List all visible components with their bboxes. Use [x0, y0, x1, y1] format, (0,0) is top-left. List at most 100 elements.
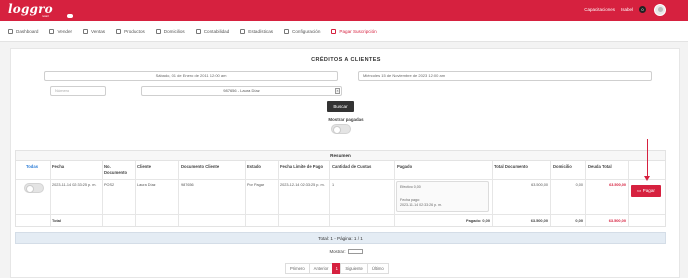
header-estado: Estado: [247, 164, 261, 169]
nav-ventas[interactable]: Ventas: [83, 28, 105, 34]
nav-estadisticas[interactable]: Estadísticas: [240, 28, 274, 34]
gear-icon: [284, 28, 290, 34]
user-name[interactable]: Isabel: [621, 7, 633, 12]
footer-domicilio: 0,00: [575, 218, 583, 223]
table-section-title: Resumen: [16, 151, 665, 161]
cell-domicilio: 0,00: [575, 183, 583, 187]
search-button[interactable]: Buscar: [327, 101, 354, 112]
nav-contabilidad[interactable]: Contabilidad: [195, 28, 230, 34]
header-deuda-total: Deuda Total: [588, 164, 612, 169]
header-no-documento: No. Documento: [104, 164, 128, 175]
nav-vender[interactable]: Vender: [49, 28, 73, 34]
brand-sub: retail: [42, 14, 49, 18]
header-cliente: Cliente: [137, 164, 151, 169]
pay-button[interactable]: ▭ Pagar: [631, 185, 661, 197]
card-icon: [331, 28, 337, 34]
products-icon: [116, 28, 122, 34]
credits-card: CRÉDITOS A CLIENTES Sábado, 01 de Enero …: [10, 48, 680, 278]
sales-icon: [83, 28, 89, 34]
page-first[interactable]: Primero: [285, 263, 310, 274]
nav-label: Pagar Suscripción: [339, 28, 377, 34]
header-domicilio: Domicilio: [553, 164, 572, 169]
cell-fecha: 2023-11-14 02:33:25 p. m.: [52, 183, 97, 187]
row-select-toggle[interactable]: [24, 183, 44, 193]
chat-icon[interactable]: [67, 14, 73, 18]
cell-deuda-total: 63.500,00: [609, 183, 626, 187]
delivery-icon: [155, 28, 161, 34]
footer-total-documento: 63.500,00: [530, 218, 548, 223]
col-divider: [628, 161, 629, 226]
header-cuotas: Cantidad de Cuotas: [332, 164, 372, 169]
header-total-documento: Total Documento: [494, 164, 528, 169]
top-bar: loggro retail Capacitaciones Isabel 0: [0, 0, 688, 21]
payment-cash: Efectivo 0,00: [400, 185, 421, 189]
col-divider: [329, 161, 330, 226]
payment-date: 2023-11-14 02:33:26 p. m.: [400, 203, 443, 207]
cell-documento-cliente: 987656: [181, 183, 194, 187]
nav-dashboard[interactable]: Dashboard: [8, 28, 39, 34]
payment-date-label: Fecha pago:: [400, 198, 420, 202]
footer-deuda-total: 63.500,00: [608, 218, 626, 223]
page-size-area: Mostrar:: [11, 249, 681, 255]
col-divider: [50, 161, 51, 226]
row-divider: [16, 214, 665, 215]
header-todas[interactable]: Todas: [26, 164, 38, 170]
nav-pagar-suscripcion[interactable]: Pagar Suscripción: [331, 28, 377, 34]
col-divider: [585, 161, 586, 226]
credits-table: Resumen Todas Fecha No. Documento Client…: [15, 150, 666, 227]
pay-button-label: Pagar: [642, 188, 655, 193]
page-prev[interactable]: Anterior: [308, 263, 334, 274]
header-pagado: Pagado: [397, 164, 413, 169]
annotation-arrow-head: [644, 176, 650, 181]
date-to-input[interactable]: Miércoles 15 de Noviembre de 2023 12:00 …: [358, 71, 652, 81]
nav-label: Productos: [124, 28, 145, 34]
page-next[interactable]: Siguiente: [340, 263, 368, 274]
clear-icon[interactable]: ×: [335, 88, 340, 94]
date-from-input[interactable]: Sábado, 01 de Enero de 2011 12:00 am: [44, 71, 338, 81]
annotation-arrow-line: [647, 139, 648, 177]
col-divider: [102, 161, 103, 226]
page-size-select[interactable]: [347, 249, 363, 255]
cell-total-documento: 63.500,00: [531, 183, 548, 187]
col-divider: [394, 161, 395, 226]
nav-label: Contabilidad: [203, 28, 230, 34]
nav-label: Estadísticas: [248, 28, 274, 34]
cell-cliente: Laura Díaz: [137, 183, 156, 187]
nav-domicilios[interactable]: Domicilios: [155, 28, 185, 34]
show-paid-toggle[interactable]: [331, 124, 351, 134]
footer-pagado: Pagado: 0,00: [465, 218, 490, 223]
notification-badge[interactable]: 0: [639, 6, 646, 13]
cell-cuotas: 1: [332, 183, 335, 187]
page-last[interactable]: Último: [366, 263, 389, 274]
nav-label: Vender: [57, 28, 73, 34]
nav-label: Configuración: [292, 28, 321, 34]
number-input[interactable]: Número: [50, 86, 106, 96]
avatar[interactable]: [654, 4, 666, 16]
nav-configuracion[interactable]: Configuración: [284, 28, 321, 34]
client-select-value: 987656 - Laura Díaz: [223, 88, 260, 93]
dashboard-icon: [8, 28, 13, 34]
header-fecha: Fecha: [52, 164, 65, 169]
nav-label: Dashboard: [16, 28, 39, 34]
cell-estado: Por Pagar: [247, 183, 265, 187]
sell-icon: [49, 28, 55, 34]
client-select[interactable]: 987656 - Laura Díaz ×: [141, 86, 342, 96]
col-divider: [278, 161, 279, 226]
chart-icon: [240, 28, 246, 34]
col-divider: [550, 161, 551, 226]
row-divider: [16, 179, 665, 180]
col-divider: [178, 161, 179, 226]
footer-total-label: Total: [52, 218, 62, 223]
cell-no-documento: POS2: [104, 183, 115, 187]
main-nav: Dashboard Vender Ventas Productos Domici…: [0, 21, 688, 42]
accounting-icon: [195, 28, 201, 34]
nav-productos[interactable]: Productos: [116, 28, 145, 34]
cell-fecha-limite: 2023-12-14 02:33:25 p. m.: [280, 183, 325, 187]
pagination: Primero Anterior 1 Siguiente Último: [285, 263, 389, 274]
capacitaciones-link[interactable]: Capacitaciones: [584, 7, 615, 12]
header-documento-cliente: Documento Cliente: [181, 164, 220, 169]
page-size-label: Mostrar:: [329, 249, 346, 254]
nav-label: Domicilios: [163, 28, 185, 34]
col-divider: [245, 161, 246, 226]
total-summary-bar: Total: 1 - Página: 1 / 1: [15, 232, 666, 244]
